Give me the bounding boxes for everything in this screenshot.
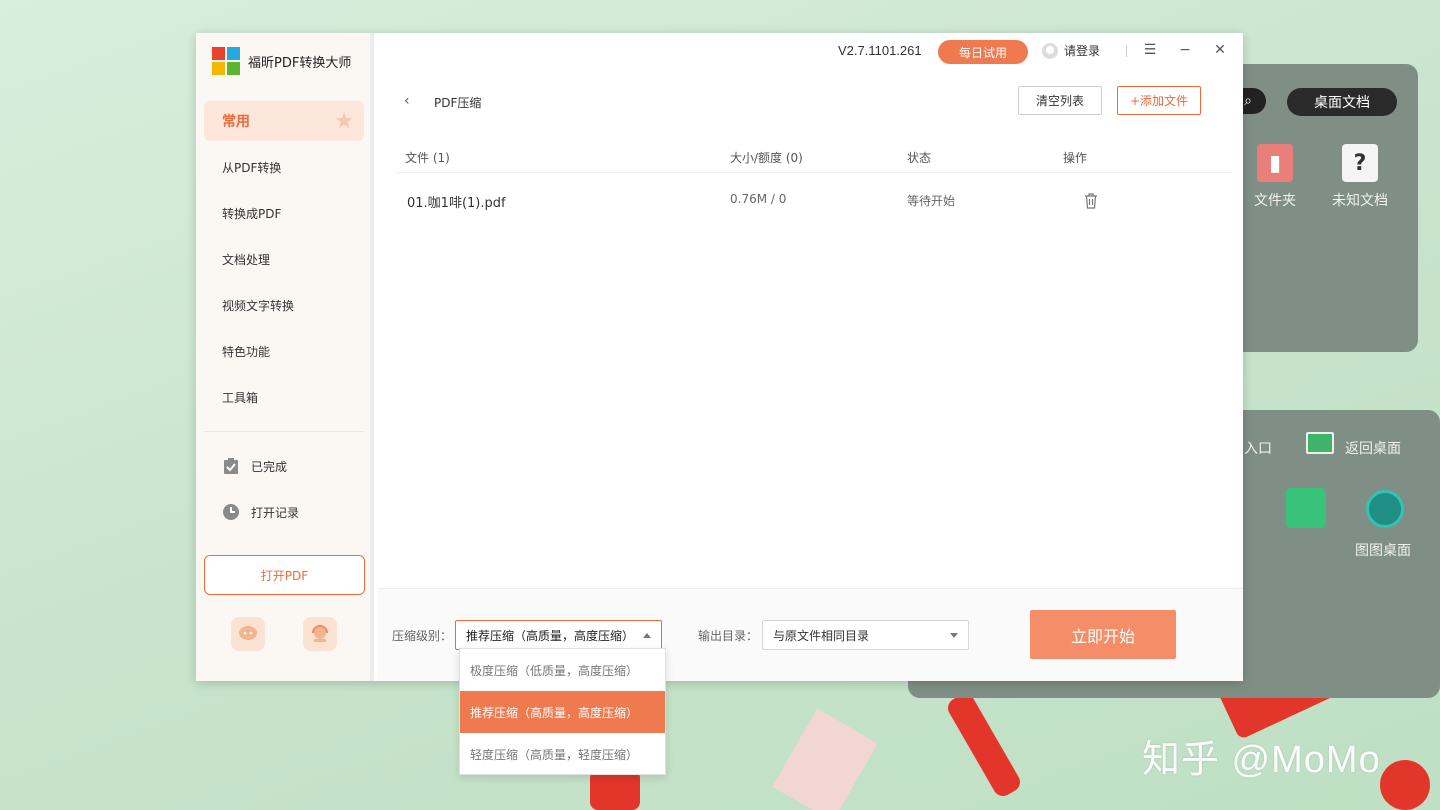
clear-list-button[interactable]: 清空列表 <box>1018 86 1102 115</box>
compression-level-dropdown: 极度压缩（低质量，高度压缩） 推荐压缩（高质量，高度压缩） 轻度压缩（高质量，轻… <box>459 648 666 775</box>
login-label: 请登录 <box>1064 44 1101 58</box>
avatar-icon <box>1042 42 1058 59</box>
table-row: 01.咖1啡(1).pdf 0.76M / 0 等待开始 <box>396 178 1231 222</box>
column-header-size: 大小/额度 (0) <box>730 151 803 165</box>
star-icon: ★ <box>334 109 354 134</box>
chat-icon[interactable] <box>231 617 265 651</box>
column-header-file: 文件 (1) <box>405 151 450 165</box>
compression-level-select[interactable]: 推荐压缩（高质量，高度压缩） <box>455 620 662 650</box>
unknown-doc-shortcut[interactable]: ? 未知文档 <box>1325 144 1395 210</box>
table-header: 文件 (1) 大小/额度 (0) 状态 操作 <box>396 141 1231 173</box>
divider <box>1126 45 1127 57</box>
close-icon[interactable]: ✕ <box>1210 40 1230 60</box>
decoration <box>590 770 640 810</box>
login-button[interactable]: 请登录 <box>1042 42 1100 59</box>
sidebar-item-features[interactable]: 特色功能 <box>222 343 270 360</box>
support-icon[interactable] <box>303 617 337 651</box>
chevron-down-icon <box>950 633 958 638</box>
history-label: 打开记录 <box>251 505 300 520</box>
trash-icon[interactable] <box>1084 193 1098 209</box>
output-dir-label: 输出目录： <box>698 629 759 643</box>
unknown-file-icon: ? <box>1342 144 1378 182</box>
entry-label: 入口 <box>1244 441 1272 457</box>
tutu-icon[interactable] <box>1366 490 1404 528</box>
decoration <box>772 708 878 810</box>
app-logo: 福昕PDF转换大师 <box>212 47 351 75</box>
monitor-icon <box>1306 432 1334 454</box>
sidebar-item-common[interactable]: 常用 ★ <box>204 101 364 141</box>
decoration <box>944 690 1024 800</box>
sidebar-item-toolbox[interactable]: 工具箱 <box>222 389 258 406</box>
sidebar-item-label: 常用 <box>222 114 250 130</box>
open-pdf-button[interactable]: 打开PDF <box>204 555 365 595</box>
history-link[interactable]: 打开记录 <box>222 503 299 521</box>
decoration <box>1380 760 1430 810</box>
compression-level-value: 推荐压缩（高质量，高度压缩） <box>466 628 635 643</box>
app-window: 福昕PDF转换大师 常用 ★ 从PDF转换 转换成PDF 文档处理 视频文字转换… <box>196 33 1243 681</box>
completed-label: 已完成 <box>251 459 288 474</box>
add-file-button[interactable]: +添加文件 <box>1117 86 1201 115</box>
folder-shortcut[interactable]: ▮ 文件夹 <box>1240 144 1310 210</box>
back-icon[interactable]: ‹ <box>404 93 410 109</box>
desktop-docs-button[interactable]: 桌面文档 <box>1287 88 1397 116</box>
chevron-up-icon <box>643 633 651 638</box>
app-icon[interactable] <box>1286 488 1326 528</box>
sidebar-item-to-pdf[interactable]: 转换成PDF <box>222 205 281 222</box>
compression-level-label: 压缩级别： <box>392 629 453 643</box>
tutu-label[interactable]: 图图桌面 <box>1355 540 1411 560</box>
daily-trial-button[interactable]: 每日试用 <box>938 40 1028 64</box>
file-status: 等待开始 <box>907 194 956 208</box>
divider <box>204 431 364 432</box>
page-title: PDF压缩 <box>434 96 482 110</box>
output-dir-select[interactable]: 与原文件相同目录 <box>762 620 969 650</box>
completed-link[interactable]: 已完成 <box>222 457 287 475</box>
menu-icon[interactable]: ☰ <box>1140 40 1160 60</box>
watermark: 知乎 @MoMo <box>1142 739 1381 781</box>
dropdown-option[interactable]: 极度压缩（低质量，高度压缩） <box>460 649 665 691</box>
sidebar-item-doc-processing[interactable]: 文档处理 <box>222 251 270 268</box>
folder-label: 文件夹 <box>1254 193 1296 209</box>
logo-icon <box>212 47 240 75</box>
sidebar-item-from-pdf[interactable]: 从PDF转换 <box>222 159 281 176</box>
output-dir-value: 与原文件相同目录 <box>773 628 870 643</box>
clock-icon <box>222 503 240 521</box>
back-desktop-label[interactable]: 返回桌面 <box>1345 438 1401 458</box>
sidebar: 福昕PDF转换大师 常用 ★ 从PDF转换 转换成PDF 文档处理 视频文字转换… <box>196 33 374 681</box>
column-header-status: 状态 <box>907 151 932 165</box>
dropdown-option[interactable]: 轻度压缩（高质量，轻度压缩） <box>460 733 665 775</box>
folder-icon: ▮ <box>1257 144 1293 182</box>
minimize-icon[interactable]: − <box>1175 40 1195 60</box>
start-button[interactable]: 立即开始 <box>1030 610 1176 659</box>
column-header-action: 操作 <box>1063 151 1088 165</box>
file-name: 01.咖1啡(1).pdf <box>407 196 506 211</box>
version-label: V2.7.1101.261 <box>838 43 922 58</box>
sidebar-item-video-text[interactable]: 视频文字转换 <box>222 297 294 314</box>
clipboard-check-icon <box>222 457 240 475</box>
app-title: 福昕PDF转换大师 <box>248 55 352 71</box>
file-size: 0.76M / 0 <box>730 192 787 206</box>
dropdown-option-selected[interactable]: 推荐压缩（高质量，高度压缩） <box>460 691 665 733</box>
main-panel: V2.7.1101.261 每日试用 请登录 ☰ − ✕ ‹ PDF压缩 清空列… <box>378 33 1243 681</box>
unknown-doc-label: 未知文档 <box>1332 193 1388 209</box>
